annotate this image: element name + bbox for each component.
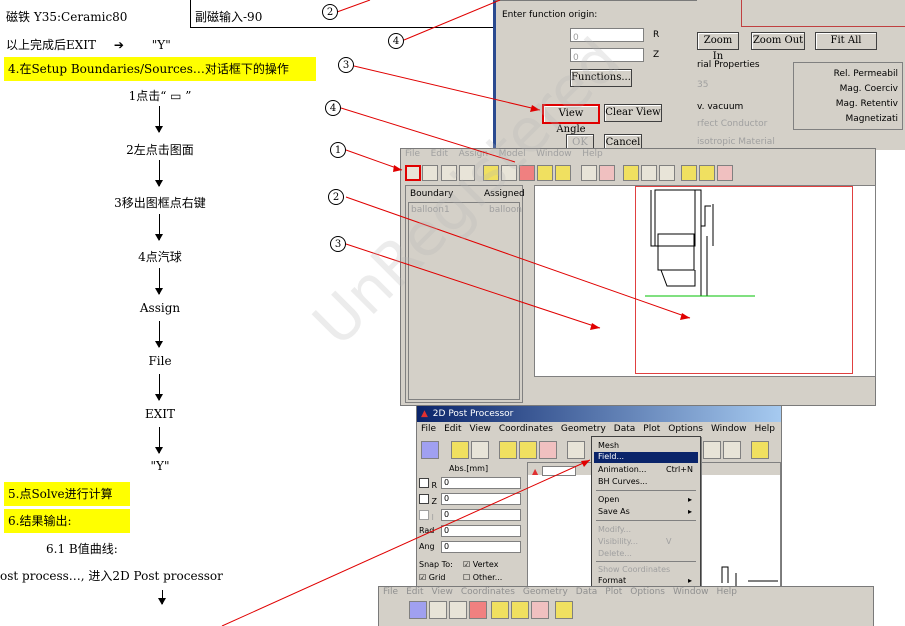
callout-2: 2 (328, 189, 344, 205)
callout-4: 4 (325, 100, 341, 116)
callout-2: 2 (322, 4, 338, 20)
callout-3: 3 (338, 57, 354, 73)
callout-lines (221, 0, 691, 626)
callout-4: 4 (388, 33, 404, 49)
callout-1: 1 (330, 142, 346, 158)
document-page: 磁铁 Y35:Ceramic80 以上完成后EXIT ➔ "Y" 4.在Setu… (0, 0, 905, 626)
callout-3: 3 (330, 236, 346, 252)
